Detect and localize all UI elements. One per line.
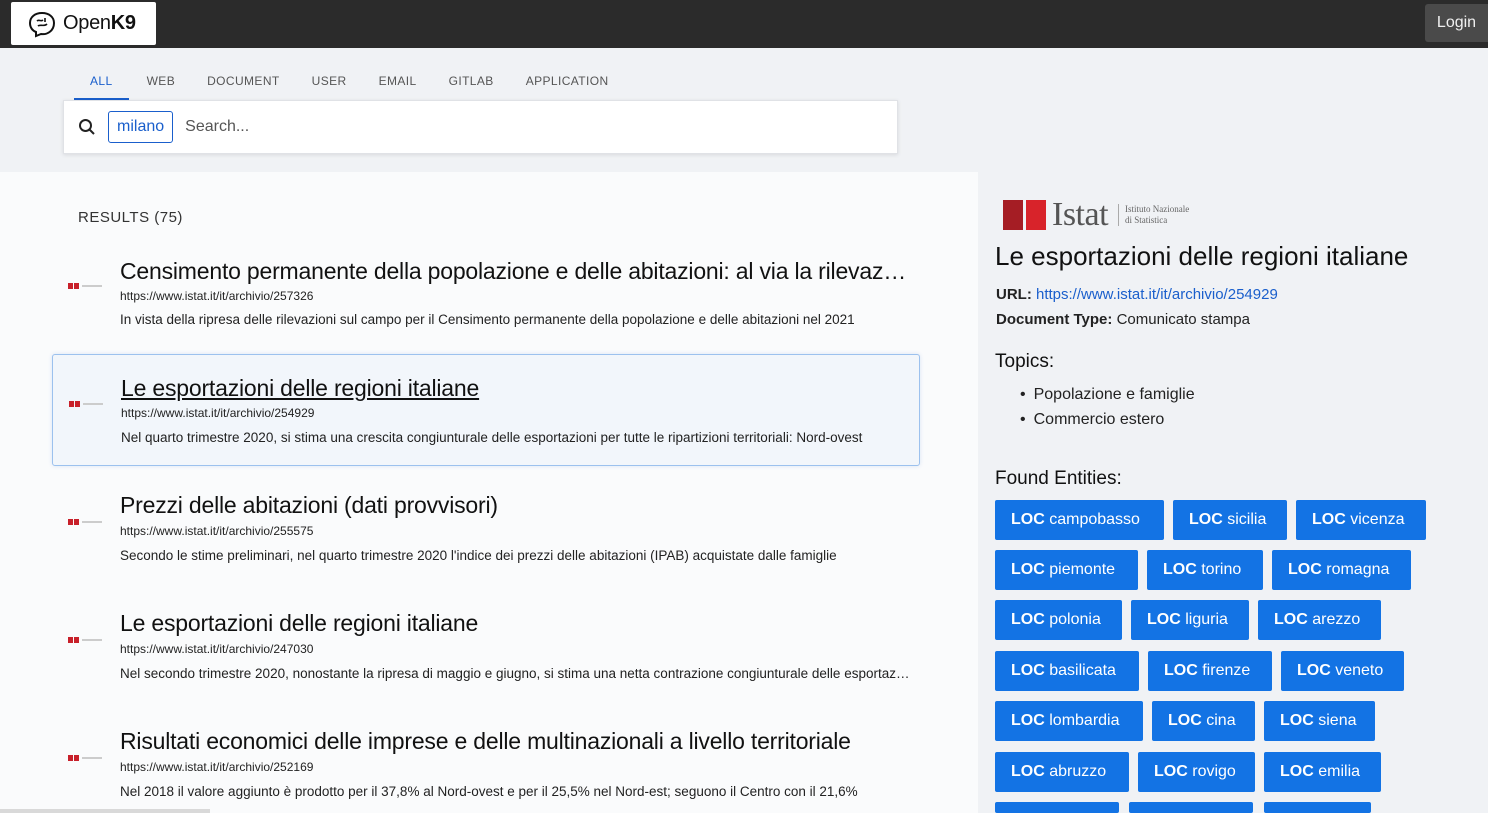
top-bar: OpenK9 Login [0, 0, 1488, 48]
result-snippet: Nel quarto trimestre 2020, si stima una … [121, 430, 863, 445]
result-snippet: In vista della ripresa delle rilevazioni… [120, 312, 855, 327]
topics-heading: Topics: [995, 351, 1055, 372]
entities-heading: Found Entities: [995, 468, 1122, 489]
tab-gitlab[interactable]: GITLAB [433, 60, 510, 100]
entity-chip[interactable]: LOC abruzzo [995, 752, 1129, 792]
istat-logo-word: Istat [1052, 196, 1109, 233]
topic-item: Commercio estero [1020, 410, 1195, 435]
result-snippet: Nel 2018 il valore aggiunto è prodotto p… [120, 784, 858, 799]
result-item-selected[interactable]: Le esportazioni delle regioni italiane h… [52, 354, 920, 466]
entity-chip[interactable]: LOC polonia [995, 600, 1122, 640]
entity-chip[interactable]: LOC sicilia [1173, 500, 1287, 540]
search-bar: milano [63, 100, 898, 154]
istat-favicon-icon [68, 282, 104, 290]
tab-email[interactable]: EMAIL [363, 60, 433, 100]
result-title[interactable]: Le esportazioni delle regioni italiane [121, 375, 911, 402]
entity-chip[interactable]: LOC emilia [1264, 752, 1381, 792]
entity-chip[interactable]: LOC vicenza [1296, 500, 1426, 540]
result-item[interactable]: Le esportazioni delle regioni italiane h… [52, 606, 920, 718]
tab-application[interactable]: APPLICATION [510, 60, 625, 100]
result-url: https://www.istat.it/it/archivio/255575 [120, 524, 314, 538]
tab-all[interactable]: ALL [74, 60, 129, 100]
entity-chip[interactable]: LOC veneto [1281, 651, 1404, 691]
entity-chip[interactable]: LOC firenze [1148, 651, 1272, 691]
detail-url-line: URL: https://www.istat.it/it/archivio/25… [996, 286, 1278, 303]
entity-chip-partial[interactable] [1129, 802, 1253, 813]
result-title[interactable]: Risultati economici delle imprese e dell… [120, 728, 910, 755]
tab-user[interactable]: USER [296, 60, 363, 100]
result-item[interactable]: Risultati economici delle imprese e dell… [52, 724, 920, 813]
result-title[interactable]: Censimento permanente della popolazione … [120, 258, 910, 285]
istat-favicon-icon [68, 518, 104, 526]
result-title[interactable]: Prezzi delle abitazioni (dati provvisori… [120, 492, 910, 519]
tab-web[interactable]: WEB [129, 60, 192, 100]
search-token[interactable]: milano [108, 111, 174, 143]
entity-chip[interactable]: LOC siena [1264, 701, 1375, 741]
results-count: RESULTS (75) [78, 209, 183, 226]
result-item[interactable]: Censimento permanente della popolazione … [52, 252, 920, 364]
entity-chip[interactable]: LOC cina [1152, 701, 1255, 741]
entity-chip[interactable]: LOC lombardia [995, 701, 1143, 741]
entity-chip[interactable]: LOC rovigo [1138, 752, 1255, 792]
entity-chip-partial[interactable] [995, 802, 1119, 813]
istat-favicon-icon [68, 754, 104, 762]
istat-logo-mark [1026, 200, 1046, 230]
result-snippet: Secondo le stime preliminari, nel quarto… [120, 548, 837, 563]
istat-favicon-icon [68, 636, 104, 644]
result-url: https://www.istat.it/it/archivio/247030 [120, 642, 314, 656]
entity-chip[interactable]: LOC piemonte [995, 550, 1138, 590]
detail-url-link[interactable]: https://www.istat.it/it/archivio/254929 [1036, 286, 1278, 303]
entity-chip[interactable]: LOC romagna [1272, 550, 1411, 590]
login-button[interactable]: Login [1425, 4, 1488, 42]
entity-chip[interactable]: LOC arezzo [1258, 600, 1381, 640]
result-item[interactable]: Prezzi delle abitazioni (dati provvisori… [52, 488, 920, 600]
result-snippet: Nel secondo trimestre 2020, nonostante l… [120, 666, 910, 681]
openk9-logo[interactable]: OpenK9 [11, 2, 156, 45]
result-url: https://www.istat.it/it/archivio/254929 [121, 406, 315, 420]
istat-logo-subtitle: Istituto Nazionale di Statistica [1118, 204, 1189, 226]
entity-chip[interactable]: LOC torino [1147, 550, 1263, 590]
istat-logo: Istat Istituto Nazionale di Statistica [1003, 196, 1189, 234]
entity-chip-partial[interactable] [1264, 802, 1371, 813]
istat-logo-mark [1003, 200, 1023, 230]
istat-favicon-icon [69, 400, 105, 408]
result-url: https://www.istat.it/it/archivio/257326 [120, 289, 314, 303]
brain-logo-icon [28, 11, 56, 37]
entity-chip[interactable]: LOC basilicata [995, 651, 1139, 691]
detail-doctype-line: Document Type: Comunicato stampa [996, 311, 1250, 328]
topic-item: Popolazione e famiglie [1020, 385, 1195, 410]
entity-chip[interactable]: LOC liguria [1131, 600, 1249, 640]
url-label: URL: [996, 286, 1032, 303]
search-input[interactable] [185, 118, 786, 136]
logo-text: OpenK9 [63, 12, 136, 34]
doctype-label: Document Type: [996, 311, 1113, 328]
search-tabs: ALL WEB DOCUMENT USER EMAIL GITLAB APPLI… [74, 60, 625, 100]
doctype-value: Comunicato stampa [1116, 311, 1250, 328]
result-title[interactable]: Le esportazioni delle regioni italiane [120, 610, 910, 637]
result-url: https://www.istat.it/it/archivio/252169 [120, 760, 314, 774]
status-bar [0, 809, 210, 813]
entity-chip[interactable]: LOC campobasso [995, 500, 1164, 540]
search-icon [79, 119, 95, 135]
tab-document[interactable]: DOCUMENT [191, 60, 296, 100]
detail-title: Le esportazioni delle regioni italiane [995, 241, 1409, 271]
topics-list: Popolazione e famiglie Commercio estero [1020, 385, 1195, 435]
